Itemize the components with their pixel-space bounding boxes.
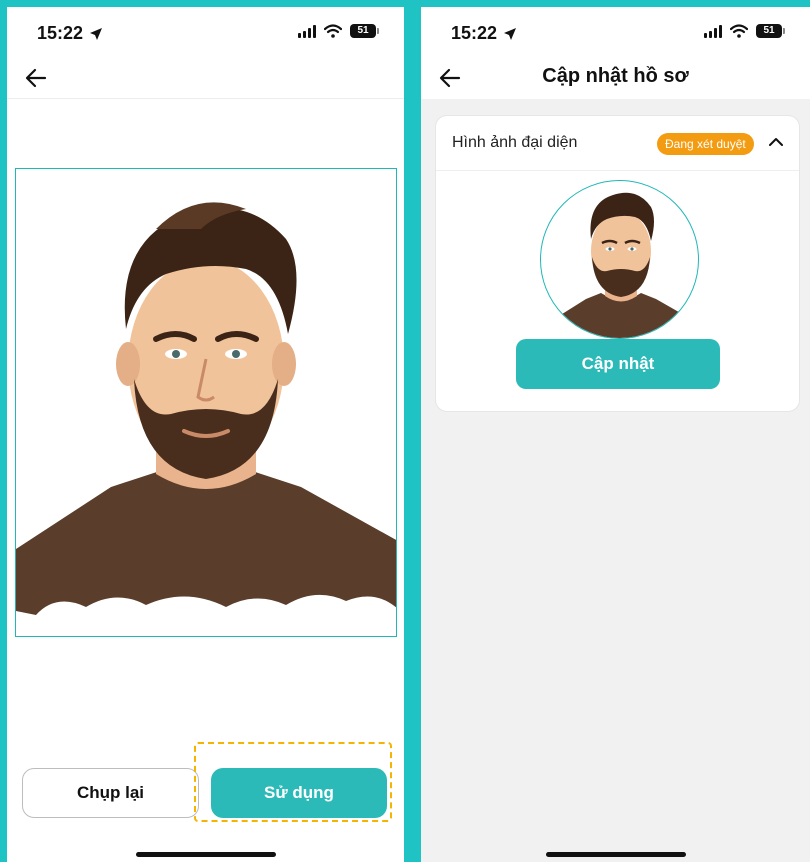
avatar [540, 180, 699, 339]
signal-icon [298, 24, 316, 38]
signal-icon [704, 24, 722, 38]
location-arrow-icon [504, 27, 517, 40]
status-icons: 51 [704, 24, 785, 38]
avatar-portrait [551, 192, 691, 338]
status-bar: 15:22 51 [421, 7, 810, 57]
wifi-icon [730, 24, 748, 38]
status-bar: 15:22 51 [7, 7, 404, 57]
location-arrow-icon [90, 27, 103, 40]
captured-photo [15, 168, 397, 637]
camera-preview-screen: 15:22 51 Chụp lại Sử dụng [7, 7, 404, 862]
status-time: 15:22 [451, 23, 517, 44]
battery-icon: 51 [756, 24, 785, 38]
home-indicator [545, 852, 686, 857]
portrait-illustration [16, 202, 396, 615]
retake-button[interactable]: Chụp lại [22, 768, 199, 818]
card-title: Hình ảnh đại diện [452, 134, 578, 151]
wifi-icon [324, 24, 342, 38]
profile-photo-card: Hình ảnh đại diện Đang xét duyệt Cập nhậ… [435, 115, 800, 412]
top-nav: Cập nhật hồ sơ [421, 57, 810, 99]
update-profile-screen: 15:22 51 Cập nhật hồ sơ Hình ảnh đại diệ… [421, 7, 810, 862]
chevron-up-icon[interactable] [769, 137, 783, 147]
battery-icon: 51 [350, 24, 379, 38]
top-nav [7, 57, 404, 99]
status-icons: 51 [298, 24, 379, 38]
home-indicator [135, 852, 276, 857]
page-title: Cập nhật hồ sơ [542, 65, 689, 87]
update-button[interactable]: Cập nhật [516, 339, 720, 389]
use-photo-button[interactable]: Sử dụng [211, 768, 387, 818]
status-time: 15:22 [37, 23, 103, 44]
card-header[interactable]: Hình ảnh đại diện Đang xét duyệt [436, 116, 799, 171]
status-badge: Đang xét duyệt [657, 133, 754, 155]
back-arrow-icon[interactable] [23, 65, 49, 91]
